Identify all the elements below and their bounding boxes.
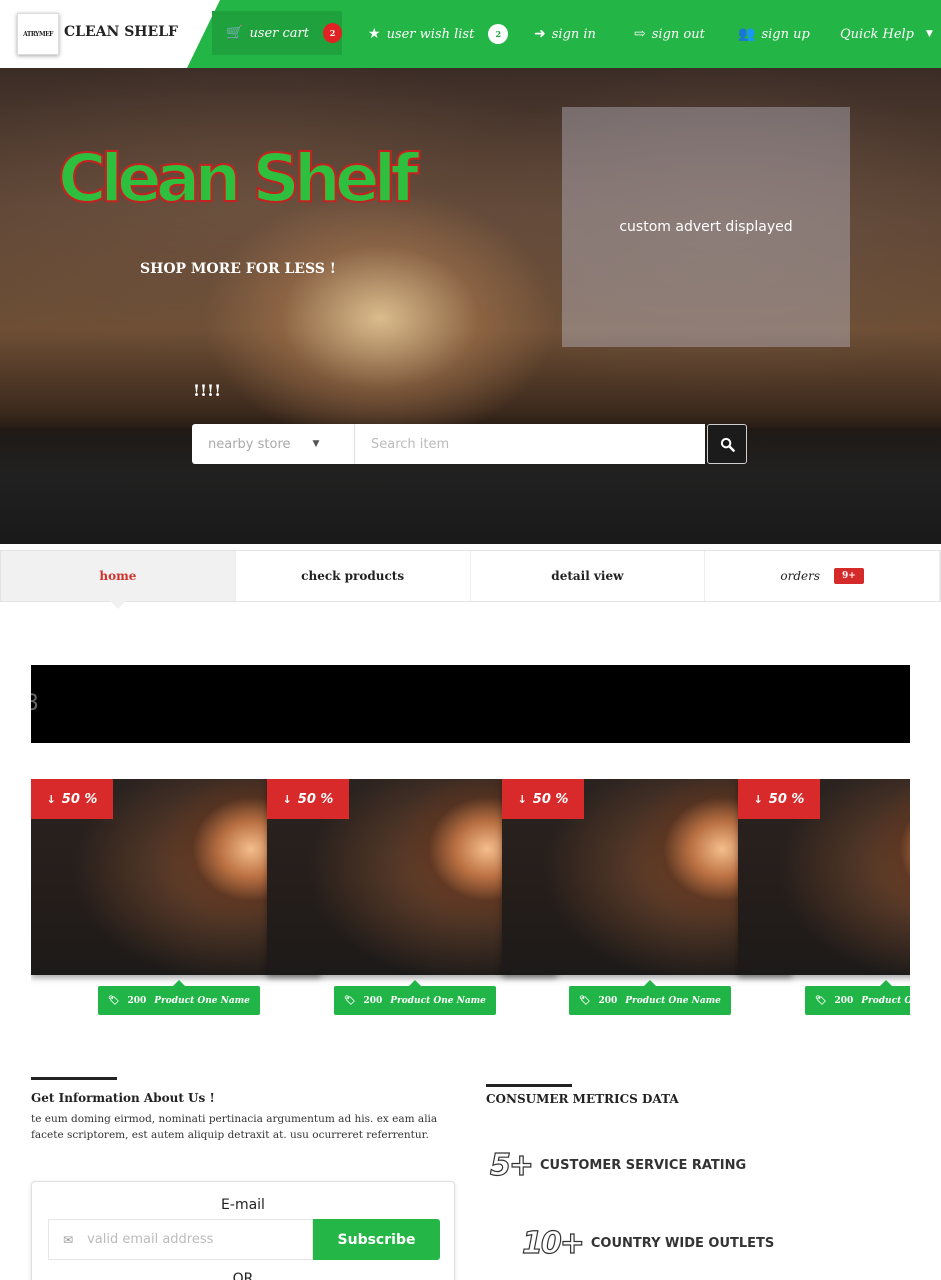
arrow-down-icon: ↓ xyxy=(46,792,56,806)
email-row: ✉ valid email address Subscribe xyxy=(48,1219,440,1260)
metrics-title: CONSUMER METRICS DATA xyxy=(486,1092,679,1106)
main-tabs: home check products detail view orders 9… xyxy=(0,550,941,609)
info-title: Get Information About Us ! xyxy=(31,1091,215,1105)
metric-customer-service: 5+ CUSTOMER SERVICE RATING xyxy=(489,1147,747,1183)
tag-icon: 🏷 xyxy=(108,995,120,1006)
nav-user-wish-list[interactable]: ★ user wish list 2 xyxy=(368,0,509,68)
nav-user-cart[interactable]: 🛒 user cart 2 xyxy=(212,11,342,55)
or-separator: OR xyxy=(232,1271,254,1280)
brand-name[interactable]: CLEAN SHELF xyxy=(64,24,178,40)
slider-banner-text: 3 xyxy=(31,691,39,716)
arrow-down-icon: ↓ xyxy=(753,792,763,806)
discount-badge: ↓ 50 % xyxy=(738,779,820,819)
price-tag[interactable]: 🏷 200 Product One Name xyxy=(805,980,910,1015)
price-tag[interactable]: 🏷 200 Product One Name xyxy=(334,980,496,1015)
price-tag[interactable]: 🏷 200 Product One Name xyxy=(569,980,731,1015)
email-label: E-mail xyxy=(221,1197,265,1213)
hero-tagline: SHOP MORE FOR LESS ! xyxy=(140,261,336,277)
tab-label: orders xyxy=(780,569,821,583)
nav-sign-up[interactable]: 👥 sign up xyxy=(738,0,810,68)
info-body: te eum doming eirmod, nominati pertinaci… xyxy=(31,1113,438,1141)
metrics-divider xyxy=(486,1084,572,1087)
product-card[interactable]: ↓ 50 % xyxy=(738,779,910,975)
tab-orders[interactable]: orders 9+ xyxy=(705,551,940,601)
tab-check-products[interactable]: check products xyxy=(235,551,471,601)
metric-label: CUSTOMER SERVICE RATING xyxy=(540,1158,747,1173)
discount-value: 50 % xyxy=(532,791,569,807)
tag-icon: 🏷 xyxy=(579,995,591,1006)
product-name: Product One Name xyxy=(390,995,486,1006)
product-name: Product One Name xyxy=(861,995,910,1006)
search-input[interactable] xyxy=(355,424,705,464)
nav-sign-out[interactable]: ⇨ sign out xyxy=(634,0,705,68)
hero-banner: Clean Shelf SHOP MORE FOR LESS ! !!!! cu… xyxy=(0,68,941,544)
subscribe-box: E-mail ✉ valid email address Subscribe O… xyxy=(31,1181,455,1280)
advert-text: custom advert displayed xyxy=(619,219,793,235)
nav-signup-label: sign up xyxy=(761,26,810,42)
tab-label: detail view xyxy=(551,569,624,583)
tag-icon: 🏷 xyxy=(815,995,827,1006)
search-button[interactable] xyxy=(707,424,747,464)
email-field[interactable]: ✉ valid email address xyxy=(48,1219,313,1260)
discount-badge: ↓ 50 % xyxy=(267,779,349,819)
envelope-icon: ✉ xyxy=(63,1232,74,1247)
caret-down-icon: ▼ xyxy=(926,29,933,39)
product-price: 200 xyxy=(127,995,147,1006)
nav-signout-label: sign out xyxy=(651,26,705,42)
tab-detail-view[interactable]: detail view xyxy=(470,551,706,601)
subscribe-button[interactable]: Subscribe xyxy=(313,1219,440,1260)
metric-outlets: 10+ COUNTRY WIDE OUTLETS xyxy=(521,1225,775,1261)
discount-value: 50 % xyxy=(297,791,334,807)
search-icon xyxy=(720,437,735,452)
store-select[interactable]: nearby store ▼ xyxy=(192,424,355,464)
nav-sign-in[interactable]: ➜ sign in xyxy=(534,0,596,68)
price-tag[interactable]: 🏷 200 Product One Name xyxy=(98,980,260,1015)
search-bar: nearby store ▼ xyxy=(192,424,747,464)
product-name: Product One Name xyxy=(625,995,721,1006)
info-divider xyxy=(31,1077,117,1080)
email-placeholder: valid email address xyxy=(87,1232,214,1247)
hero-title: Clean Shelf xyxy=(57,140,420,217)
tab-label: check products xyxy=(301,569,405,583)
discount-badge: ↓ 50 % xyxy=(502,779,584,819)
hero-exclaim: !!!! xyxy=(193,381,222,400)
nav-quick-help[interactable]: Quick Help ▼ xyxy=(840,0,933,68)
metric-value: 10+ xyxy=(521,1225,585,1261)
nav-help-label: Quick Help xyxy=(840,26,914,42)
product-name: Product One Name xyxy=(154,995,250,1006)
discount-badge: ↓ 50 % xyxy=(31,779,113,819)
discount-value: 50 % xyxy=(768,791,805,807)
tab-home[interactable]: home xyxy=(1,551,236,609)
nav-signin-label: sign in xyxy=(551,26,596,42)
metric-value: 5+ xyxy=(489,1147,534,1183)
cart-icon: 🛒 xyxy=(226,25,244,41)
product-price: 200 xyxy=(363,995,383,1006)
slider-banner: 3 xyxy=(31,665,910,743)
wishlist-count-badge: 2 xyxy=(488,24,509,44)
arrow-down-icon: ↓ xyxy=(517,792,527,806)
sign-out-icon: ⇨ xyxy=(634,26,646,42)
sign-in-icon: ➜ xyxy=(534,26,546,42)
advert-panel[interactable]: custom advert displayed xyxy=(562,107,850,347)
brand-logo[interactable]: ATRYMEF xyxy=(17,13,59,55)
product-price: 200 xyxy=(834,995,854,1006)
tag-icon: 🏷 xyxy=(344,995,356,1006)
product-carousel: ↓ 50 % ↓ 50 % ↓ 50 % ↓ 50 % 🏷 200 Produc… xyxy=(31,779,910,1019)
tab-label: home xyxy=(99,569,137,583)
users-icon: 👥 xyxy=(738,26,756,42)
nav-wishlist-label: user wish list xyxy=(386,26,475,42)
metric-label: COUNTRY WIDE OUTLETS xyxy=(590,1236,775,1251)
top-navbar: ATRYMEF CLEAN SHELF 🛒 user cart 2 ★ user… xyxy=(0,0,941,68)
cart-count-badge: 2 xyxy=(323,23,342,43)
orders-count-badge: 9+ xyxy=(834,568,864,584)
brand-logo-art: ATRYMEF xyxy=(23,30,53,38)
discount-value: 50 % xyxy=(61,791,98,807)
star-icon: ★ xyxy=(368,26,381,42)
store-select-value: nearby store xyxy=(208,436,291,452)
nav-cart-label: user cart xyxy=(249,25,309,41)
arrow-down-icon: ↓ xyxy=(282,792,292,806)
product-price: 200 xyxy=(598,995,618,1006)
caret-down-icon: ▼ xyxy=(312,439,320,449)
